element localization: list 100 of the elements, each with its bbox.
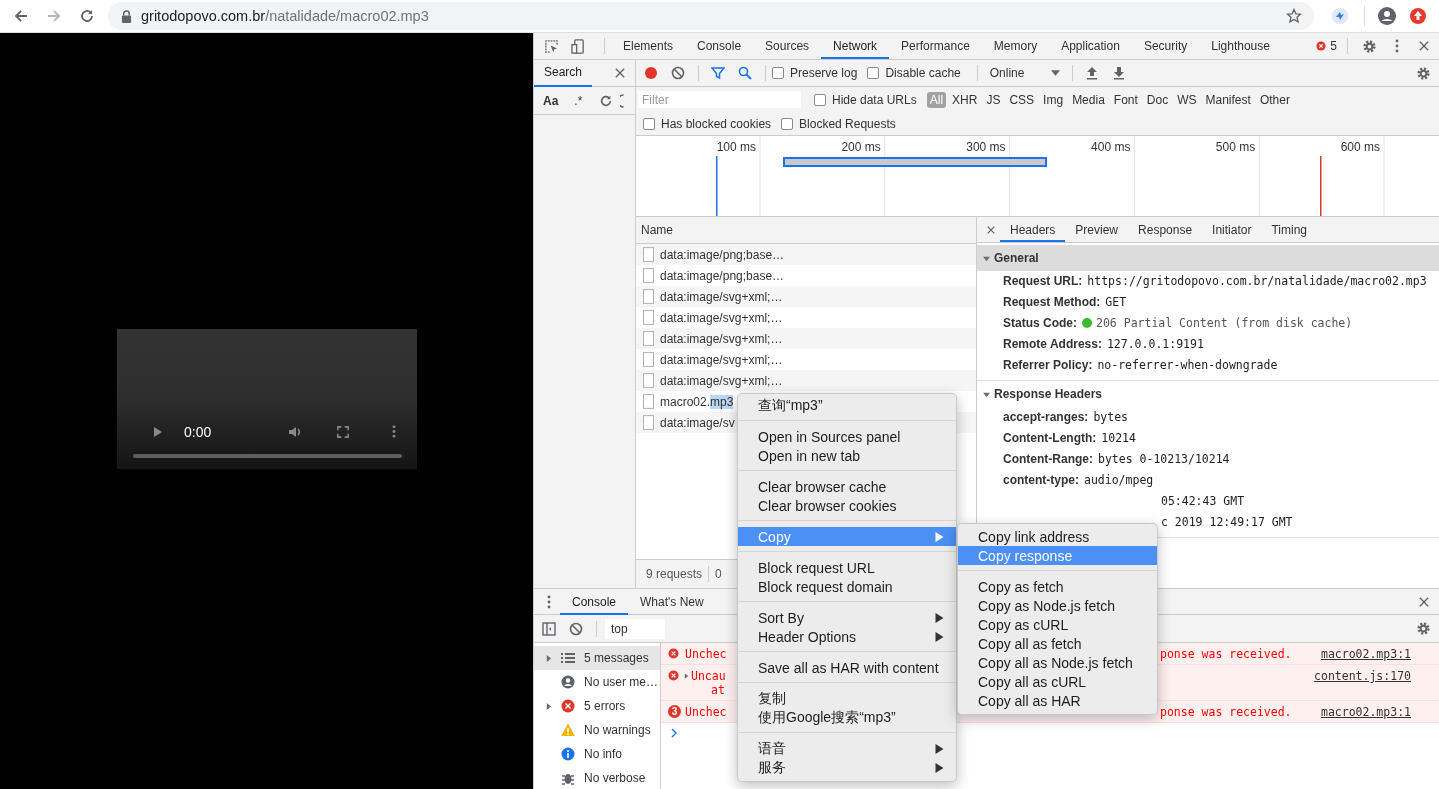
type-filter[interactable]: Font <box>1110 91 1141 108</box>
reload-icon[interactable] <box>79 8 95 24</box>
sidebar-item[interactable]: 5 errors <box>534 694 660 718</box>
request-name[interactable]: macro02.mp3 <box>660 394 734 409</box>
menu-item[interactable]: 服务 <box>738 758 956 777</box>
inspect-icon[interactable] <box>544 38 559 54</box>
menu-item[interactable]: Copy link address <box>958 527 1157 546</box>
menu-item[interactable]: Copy all as Node.js fetch <box>958 653 1157 672</box>
menu-item[interactable]: Block request domain <box>738 577 956 596</box>
more-icon[interactable] <box>392 425 396 438</box>
more-icon[interactable] <box>547 594 551 609</box>
panel-tab[interactable]: Lighthouse <box>1199 33 1282 59</box>
request-name[interactable]: data:image/sv <box>660 415 735 430</box>
fullscreen-icon[interactable] <box>337 425 349 438</box>
search-icon[interactable] <box>738 66 752 80</box>
clear-icon[interactable] <box>671 66 685 80</box>
panel-tab[interactable]: Network <box>821 33 890 59</box>
prompt-icon[interactable] <box>670 728 678 738</box>
panel-tab[interactable]: Application <box>1049 33 1132 59</box>
play-icon[interactable] <box>153 425 163 438</box>
menu-item[interactable]: Header Options <box>738 627 956 646</box>
menu-item[interactable]: 查询“mp3” <box>738 396 956 415</box>
sidebar-toggle-icon[interactable] <box>542 621 556 636</box>
error-count[interactable]: 5 <box>1330 39 1337 53</box>
source-link[interactable]: content.js:170 <box>1314 669 1411 683</box>
filter-field[interactable]: Filter <box>638 91 801 108</box>
sidebar-item[interactable]: No info <box>534 742 660 766</box>
upload-icon[interactable] <box>1084 66 1099 80</box>
record-icon[interactable] <box>644 66 658 80</box>
drawer-tab[interactable]: What's New <box>628 588 716 615</box>
menu-item[interactable]: 使用Google搜索“mp3” <box>738 708 956 727</box>
menu-item[interactable]: Clear browser cookies <box>738 496 956 515</box>
source-link[interactable]: macro02.mp3:1 <box>1321 705 1411 719</box>
column-header[interactable]: Name <box>636 217 976 244</box>
request-name[interactable]: data:image/png;base… <box>660 268 785 283</box>
type-filter[interactable]: Doc <box>1143 91 1172 108</box>
panel-tab[interactable]: Security <box>1131 33 1200 59</box>
filter-icon[interactable] <box>711 66 725 80</box>
profile-icon[interactable] <box>1377 6 1397 26</box>
request-name[interactable]: data:image/svg+xml;… <box>660 310 783 325</box>
extension-icon[interactable] <box>1331 7 1349 25</box>
more-icon[interactable] <box>1395 39 1399 53</box>
type-filter[interactable]: WS <box>1174 91 1200 108</box>
update-icon[interactable] <box>1409 7 1427 25</box>
type-filter[interactable]: Other <box>1256 91 1293 108</box>
source-link[interactable]: macro02.mp3:1 <box>1321 647 1411 661</box>
settings-icon[interactable] <box>1416 65 1431 81</box>
panel-tab[interactable]: Console <box>685 33 754 59</box>
close-icon[interactable] <box>986 224 996 235</box>
refresh-icon[interactable] <box>599 93 614 108</box>
menu-item[interactable]: Clear browser cache <box>738 477 956 496</box>
clear-icon[interactable] <box>569 621 583 636</box>
close-icon[interactable] <box>615 68 625 78</box>
panel-tab[interactable]: Sources <box>753 33 822 59</box>
sidebar-item[interactable]: No warnings <box>534 718 660 742</box>
menu-item[interactable]: Copy all as fetch <box>958 634 1157 653</box>
type-filter[interactable]: Media <box>1069 91 1108 108</box>
type-filter[interactable]: CSS <box>1006 91 1038 108</box>
menu-item[interactable]: Copy as fetch <box>958 577 1157 596</box>
expand-icon[interactable] <box>545 702 552 710</box>
sidebar-item[interactable]: No user me… <box>534 670 660 694</box>
menu-item[interactable]: 语音 <box>738 739 956 758</box>
disclosure-icon[interactable] <box>983 390 990 398</box>
error-icon[interactable] <box>1316 41 1327 51</box>
panel-tab[interactable]: Memory <box>981 33 1050 59</box>
detail-tab[interactable]: Response <box>1128 217 1203 242</box>
settings-icon[interactable] <box>1416 621 1431 636</box>
throttling-select[interactable]: Online <box>983 66 1066 80</box>
menu-item[interactable]: Sort By <box>738 608 956 627</box>
search-option[interactable]: Aa <box>538 93 564 108</box>
checkbox[interactable]: Blocked Requests <box>781 116 896 131</box>
detail-tab[interactable]: Initiator <box>1202 217 1262 242</box>
settings-icon[interactable] <box>1362 38 1377 54</box>
panel-tab[interactable]: Elements <box>611 33 686 59</box>
expand-icon[interactable] <box>545 654 552 662</box>
search-option[interactable]: .* <box>569 93 588 108</box>
type-filter[interactable]: Manifest <box>1202 91 1254 108</box>
menu-item[interactable]: Copy all as HAR <box>958 691 1157 710</box>
address-bar[interactable]: gritodopovo.com.br/natalidade/macro02.mp3 <box>108 2 1314 30</box>
expand-icon[interactable] <box>683 672 690 680</box>
star-icon[interactable] <box>1286 8 1302 24</box>
menu-item[interactable]: Block request URL <box>738 558 956 577</box>
disclosure-icon[interactable] <box>983 254 990 262</box>
context-select[interactable]: top <box>605 618 665 639</box>
type-filter[interactable]: JS <box>983 91 1004 108</box>
detail-tab[interactable]: Headers <box>1000 217 1066 242</box>
checkbox[interactable]: Preserve log <box>772 66 858 80</box>
progress-track[interactable] <box>133 453 402 458</box>
back-icon[interactable] <box>13 8 29 24</box>
menu-item[interactable]: Copy all as cURL <box>958 672 1157 691</box>
type-filter[interactable]: XHR <box>949 91 981 108</box>
download-icon[interactable] <box>1111 66 1126 80</box>
close-icon[interactable] <box>1419 41 1429 51</box>
menu-item[interactable]: Save all as HAR with content <box>738 658 956 677</box>
close-icon[interactable] <box>1419 596 1429 607</box>
device-icon[interactable] <box>571 38 586 54</box>
sidebar-item[interactable]: No verbose <box>534 766 660 789</box>
checkbox[interactable]: Disable cache <box>867 66 961 80</box>
search-tab[interactable]: Search <box>534 59 593 87</box>
panel-tab[interactable]: Performance <box>889 33 982 59</box>
